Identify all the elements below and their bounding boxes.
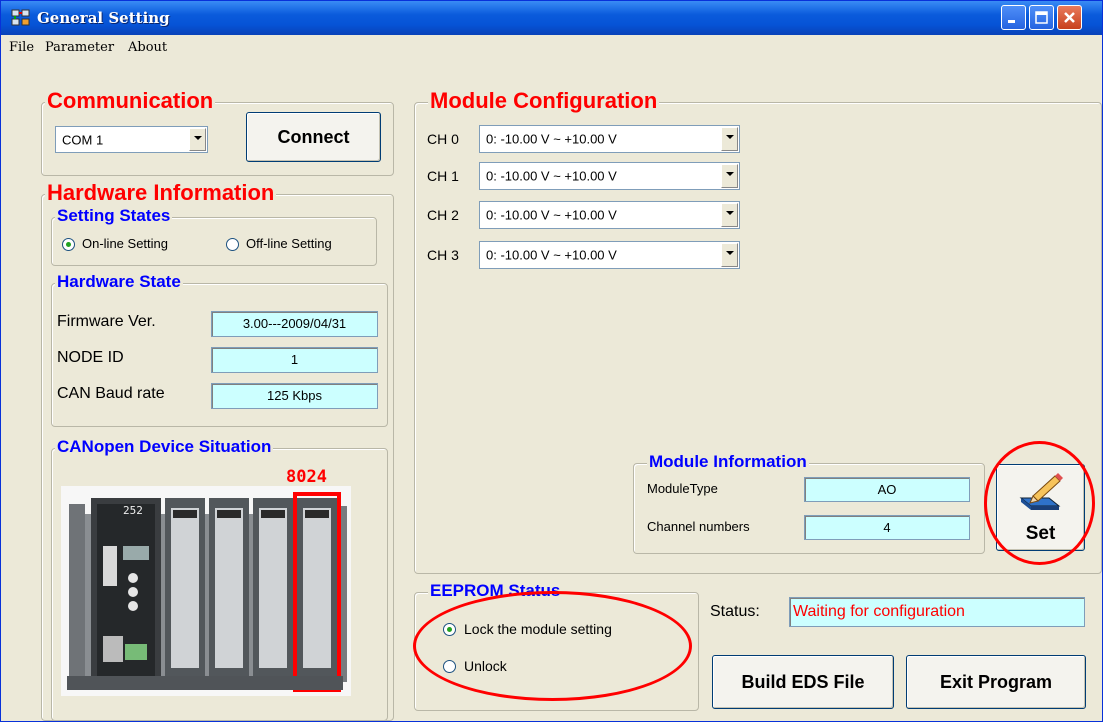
ch0-label: CH 0 bbox=[427, 131, 459, 147]
setting-states-title: Setting States bbox=[55, 206, 173, 225]
ch1-range-select[interactable]: 0: -10.00 V ~ +10.00 V bbox=[479, 162, 740, 190]
maximize-icon bbox=[1035, 11, 1048, 24]
ch1-label: CH 1 bbox=[427, 168, 459, 184]
menu-about[interactable]: About bbox=[128, 40, 167, 55]
maximize-button[interactable] bbox=[1029, 5, 1054, 30]
hardware-state-title: Hardware State bbox=[55, 272, 183, 291]
ch3-range-value: 0: -10.00 V ~ +10.00 V bbox=[486, 247, 617, 263]
app-icon bbox=[11, 9, 30, 26]
firmware-label: Firmware Ver. bbox=[57, 313, 156, 330]
minimize-button[interactable] bbox=[1001, 5, 1026, 30]
status-label: Status: bbox=[710, 603, 760, 620]
hardware-information-title: Hardware Information bbox=[45, 180, 277, 205]
can-baud-rate-label: CAN Baud rate bbox=[57, 385, 165, 402]
chevron-down-icon[interactable] bbox=[721, 203, 738, 227]
ch2-range-select[interactable]: 0: -10.00 V ~ +10.00 V bbox=[479, 201, 740, 229]
ch2-label: CH 2 bbox=[427, 207, 459, 223]
chevron-down-icon[interactable] bbox=[721, 243, 738, 267]
module-information-title: Module Information bbox=[647, 452, 809, 471]
canopen-device-title: CANopen Device Situation bbox=[55, 437, 274, 456]
chevron-down-icon[interactable] bbox=[721, 127, 738, 151]
module-type-label: ModuleType bbox=[647, 481, 718, 496]
ch3-range-select[interactable]: 0: -10.00 V ~ +10.00 V bbox=[479, 241, 740, 269]
close-button[interactable] bbox=[1057, 5, 1082, 30]
canopen-device-illustration bbox=[61, 486, 351, 696]
online-setting-radio[interactable] bbox=[62, 238, 75, 251]
device-panel-text: 252 bbox=[123, 504, 143, 517]
module-8024-label: 8024 bbox=[286, 467, 327, 487]
offline-setting-label: Off-line Setting bbox=[246, 236, 332, 251]
menu-file[interactable]: File bbox=[9, 40, 34, 55]
menu-parameter[interactable]: Parameter bbox=[45, 40, 114, 55]
ch1-range-value: 0: -10.00 V ~ +10.00 V bbox=[486, 168, 617, 184]
ch3-label: CH 3 bbox=[427, 247, 459, 263]
ch0-range-select[interactable]: 0: -10.00 V ~ +10.00 V bbox=[479, 125, 740, 153]
online-setting-label: On-line Setting bbox=[82, 236, 168, 251]
eeprom-highlight-circle bbox=[413, 591, 692, 701]
ch0-range-value: 0: -10.00 V ~ +10.00 V bbox=[486, 131, 617, 147]
close-icon bbox=[1064, 12, 1075, 23]
set-highlight-circle bbox=[984, 441, 1095, 565]
firmware-value: 3.00---2009/04/31 bbox=[211, 311, 378, 337]
status-value: Waiting for configuration bbox=[789, 597, 1085, 627]
com-port-value: COM 1 bbox=[62, 132, 104, 147]
communication-title: Communication bbox=[45, 88, 216, 113]
com-port-select[interactable]: COM 1 bbox=[55, 126, 208, 153]
module-configuration-title: Module Configuration bbox=[428, 88, 660, 113]
general-setting-window: General Setting File Parameter About Com… bbox=[0, 0, 1103, 722]
can-baud-rate-value: 125 Kbps bbox=[211, 383, 378, 409]
ch2-range-value: 0: -10.00 V ~ +10.00 V bbox=[486, 207, 617, 223]
window-title: General Setting bbox=[37, 9, 170, 27]
node-id-value: 1 bbox=[211, 347, 378, 373]
chevron-down-icon[interactable] bbox=[189, 128, 206, 151]
channel-numbers-value: 4 bbox=[804, 515, 970, 540]
exit-program-button[interactable]: Exit Program bbox=[906, 655, 1086, 709]
module-type-value: AO bbox=[804, 477, 970, 502]
title-bar[interactable]: General Setting bbox=[1, 1, 1102, 35]
chevron-down-icon[interactable] bbox=[721, 164, 738, 188]
device-image: 252 bbox=[61, 486, 351, 696]
connect-button[interactable]: Connect bbox=[246, 112, 381, 162]
menu-bar: File Parameter About bbox=[1, 35, 1102, 61]
node-id-label: NODE ID bbox=[57, 349, 124, 366]
build-eds-file-button[interactable]: Build EDS File bbox=[712, 655, 894, 709]
offline-setting-radio[interactable] bbox=[226, 238, 239, 251]
channel-numbers-label: Channel numbers bbox=[647, 519, 750, 534]
minimize-icon bbox=[1008, 20, 1015, 23]
